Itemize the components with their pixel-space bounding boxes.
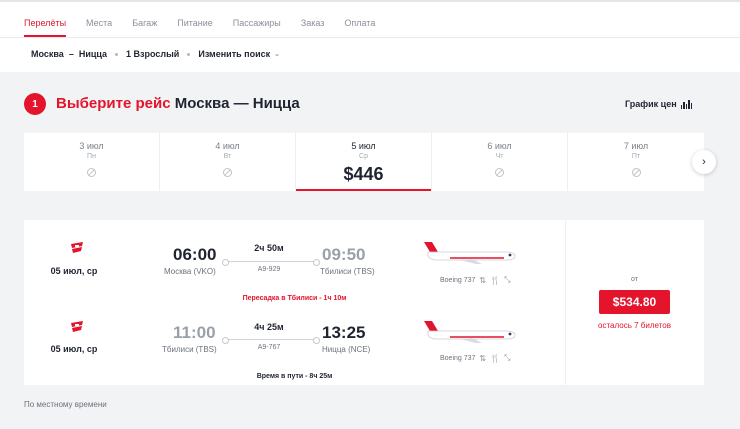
tab-flights[interactable]: Перелёты — [24, 11, 67, 37]
tab-passengers[interactable]: Пассажиры — [233, 11, 281, 37]
flight-duration: 4ч 25м — [254, 322, 284, 332]
date-label: 5 июл — [351, 141, 376, 151]
tab-baggage[interactable]: Багаж — [132, 11, 157, 37]
flight-number: A9-929 — [257, 266, 281, 273]
next-dates-button[interactable]: › — [692, 150, 716, 174]
meal-icon: 🍴 — [490, 353, 501, 363]
aircraft-image — [424, 321, 516, 343]
chevron-right-icon: › — [702, 156, 706, 168]
divider — [0, 37, 740, 38]
date-label: 6 июл — [487, 141, 512, 151]
departure-time: 06:00 — [173, 245, 217, 264]
separator-dot — [115, 52, 119, 56]
departure-airport: Тбилиси (TBS) — [162, 345, 217, 354]
tab-payment[interactable]: Оплата — [344, 11, 375, 37]
date-option[interactable]: 7 июл Пт — [568, 133, 704, 191]
flight-number: A9-767 — [257, 344, 281, 351]
tab-order[interactable]: Заказ — [301, 11, 325, 37]
airline-logo-icon — [71, 242, 83, 253]
price-chart-label: График цен — [625, 99, 677, 109]
route-line — [222, 337, 320, 344]
date-option[interactable]: 3 июл Пн — [24, 133, 160, 191]
seat-recline-icon: ⤡ — [504, 353, 511, 362]
aircraft-type: Boeing 737 — [440, 276, 476, 284]
date-label: 3 июл — [79, 141, 104, 151]
modify-search-label: Изменить поиск — [198, 49, 271, 59]
search-summary: Москва – Ницца 1 Взрослый Изменить поиск… — [31, 49, 280, 59]
date-label: 4 июл — [215, 141, 240, 151]
flight-offer-card[interactable]: 05 июл, ср 06:00 Москва (VKO) 2ч 50м A9-… — [24, 220, 704, 385]
date-label: 7 июл — [623, 141, 649, 151]
unavailable-icon — [631, 168, 641, 177]
departure-airport: Москва (VKO) — [164, 267, 216, 276]
origin-city: Москва — [31, 49, 64, 59]
unavailable-icon — [87, 168, 96, 177]
step-number-badge: 1 — [24, 93, 46, 115]
booking-steps-tabs: Перелёты Места Багаж Питание Пассажиры З… — [24, 11, 395, 37]
seat-pitch-icon: ⇅ — [479, 275, 487, 285]
route-dash: – — [68, 49, 74, 59]
segment-date: 05 июл, ср — [50, 344, 98, 354]
weekday-label: Чт — [495, 153, 504, 160]
weekday-label: Пн — [87, 153, 96, 160]
seat-pitch-icon: ⇅ — [479, 353, 487, 363]
date-option-selected[interactable]: 5 июл Ср $446 — [296, 133, 432, 191]
arrival-time: 09:50 — [322, 245, 366, 264]
route-line — [222, 259, 320, 266]
weekday-label: Ср — [359, 153, 368, 160]
aircraft-image — [424, 242, 516, 264]
aircraft-type: Boeing 737 — [440, 354, 476, 362]
passengers-count: 1 Взрослый — [126, 49, 180, 59]
aircraft-info: Boeing 737 ⇅ 🍴 ⤡ — [440, 275, 511, 285]
total-travel-time: Время в пути - 8ч 25м — [256, 373, 333, 380]
title-route: Москва — Ницца — [174, 95, 300, 112]
destination-city: Ницца — [78, 49, 108, 59]
modify-search-button[interactable]: Изменить поиск ⌄ — [198, 49, 280, 59]
separator-dot — [187, 52, 191, 56]
unavailable-icon — [223, 168, 232, 177]
chevron-down-icon: ⌄ — [274, 51, 280, 58]
page-title: Выберите рейс Москва — Ницца — [56, 95, 300, 112]
aircraft-info: Boeing 737 ⇅ 🍴 ⤡ — [440, 353, 511, 363]
price-chart-button[interactable]: График цен — [625, 99, 693, 109]
flight-segment: 05 июл, ср 11:00 Тбилиси (TBS) 4ч 25м A9… — [24, 317, 565, 377]
tab-meals[interactable]: Питание — [177, 11, 213, 37]
weekday-label: Пт — [631, 153, 641, 160]
seat-recline-icon: ⤡ — [504, 275, 511, 284]
date-price: $446 — [343, 164, 384, 184]
flight-segment: 05 июл, ср 06:00 Москва (VKO) 2ч 50м A9-… — [24, 238, 565, 298]
arrival-airport: Ницца (NCE) — [322, 345, 371, 354]
title-prefix: Выберите рейс — [56, 95, 171, 112]
meal-icon: 🍴 — [490, 275, 501, 285]
departure-time: 11:00 — [173, 323, 216, 342]
arrival-airport: Тбилиси (TBS) — [320, 267, 375, 276]
date-option[interactable]: 4 июл Вт — [160, 133, 296, 191]
tab-seats[interactable]: Места — [86, 11, 112, 37]
divider — [565, 220, 566, 385]
flight-duration: 2ч 50м — [254, 243, 284, 253]
segment-date: 05 июл, ср — [50, 266, 98, 276]
weekday-label: Вт — [223, 153, 232, 160]
seats-left-label: осталось 7 билетов — [598, 321, 671, 330]
bar-chart-icon — [680, 99, 693, 109]
airline-logo-icon — [71, 321, 83, 332]
top-navigation: Перелёты Места Багаж Питание Пассажиры З… — [0, 0, 740, 72]
arrival-time: 13:25 — [322, 323, 366, 342]
date-option[interactable]: 6 июл Чт — [432, 133, 568, 191]
transfer-info: Пересадка в Тбилиси - 1ч 10м — [24, 295, 565, 302]
select-fare-button[interactable]: $534.80 — [599, 290, 670, 314]
local-time-note: По местному времени — [24, 400, 107, 409]
unavailable-icon — [495, 168, 504, 177]
price-from-label: от — [631, 276, 638, 283]
date-selector: 3 июл Пн 4 июл Вт 5 июл Ср $446 6 июл Чт… — [24, 133, 704, 191]
